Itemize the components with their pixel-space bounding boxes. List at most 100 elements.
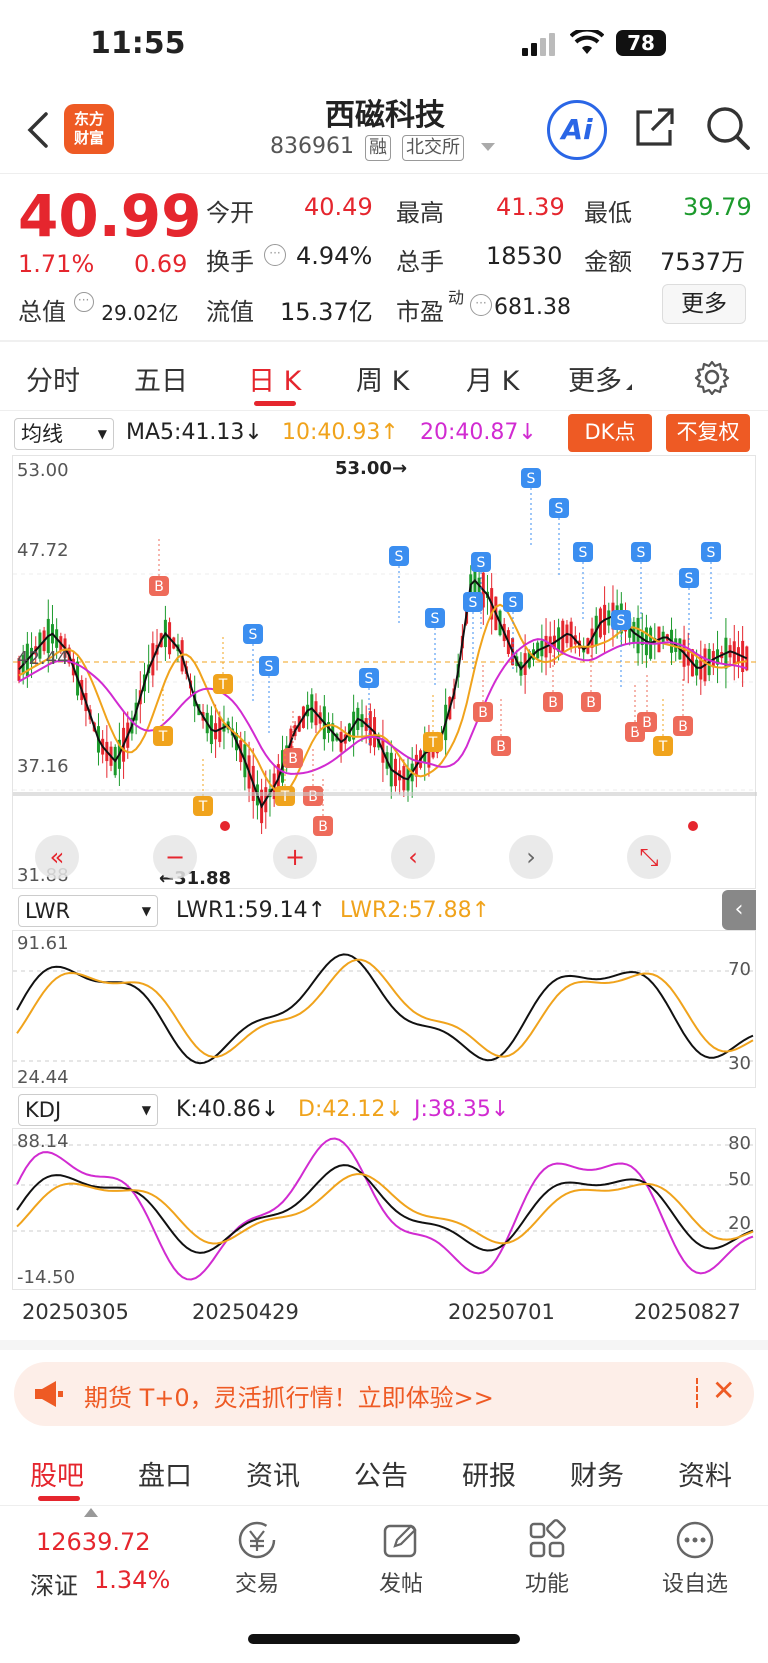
pe-info-icon[interactable]: ··· — [470, 294, 492, 316]
tab-intraday[interactable]: 分时 — [26, 359, 80, 398]
signal-badge-text: S — [707, 545, 716, 561]
tab-news[interactable]: 资讯 — [246, 1454, 300, 1493]
signal-badge-text: B — [548, 695, 558, 711]
tab-weekly-k[interactable]: 周 K — [356, 359, 409, 398]
info-icon[interactable]: ··· — [73, 292, 94, 312]
index-change[interactable]: 1.34% — [94, 1566, 170, 1594]
amount-value: 7537万 — [660, 248, 746, 276]
turnover-value: 4.94% — [296, 242, 373, 270]
lwr-chart[interactable]: 91.61 24.44 70 30 — [12, 930, 757, 1088]
ma20-value: 20:40.87↓ — [420, 420, 537, 445]
turnover-info-icon[interactable]: ··· — [264, 244, 286, 266]
collapse-panel-icon[interactable]: ‹ — [722, 890, 756, 930]
signal-badge-text: S — [509, 595, 518, 611]
index-value[interactable]: 12639.72 — [36, 1528, 151, 1556]
signal-badge-text: B — [678, 719, 688, 735]
search-icon[interactable] — [704, 104, 752, 156]
pe-sup: 动 — [448, 288, 465, 307]
kdj-chart[interactable]: 88.14 -14.50 80 50 20 — [12, 1128, 757, 1290]
zoom-in-icon[interactable]: + — [273, 835, 317, 879]
ai-assistant-button[interactable]: Ai — [547, 100, 607, 160]
signal-badge-text: B — [308, 789, 318, 805]
signal-badge-text: S — [431, 611, 440, 627]
y-label-top: 53.00 — [17, 460, 69, 481]
tab-financials[interactable]: 财务 — [570, 1454, 624, 1493]
signal-badge-text: B — [154, 579, 164, 595]
tab-daily-k[interactable]: 日 K — [248, 359, 301, 398]
signal-badge-text: B — [586, 695, 596, 711]
dk-point-button[interactable]: DK点 — [568, 414, 652, 452]
grid-icon — [525, 1518, 569, 1562]
tab-more[interactable]: 更多 — [568, 359, 632, 398]
tab-indicator — [254, 401, 296, 406]
signal-badge-text: S — [265, 659, 274, 675]
dropdown-icon — [480, 143, 495, 151]
kdj-y-bottom: -14.50 — [17, 1267, 76, 1288]
kdj-d-value: D:42.12↓ — [298, 1097, 404, 1122]
exchange-tag: 北交所 — [401, 135, 464, 161]
pe-label: 市盈 — [396, 298, 444, 326]
signal-badge-text: T — [428, 735, 438, 751]
step-left-icon[interactable]: ‹ — [391, 835, 435, 879]
kdj-y-top: 88.14 — [17, 1131, 69, 1152]
kdj-indicator-select[interactable]: KDJ ▼ — [18, 1094, 158, 1126]
high-label: 最高 — [396, 199, 444, 227]
app-logo: 东方 财富 — [64, 104, 114, 154]
kline-chart[interactable]: BSSBBSSSSSSSSSSSSSBBBBBBBTTTTTTB 53.00 4… — [12, 455, 757, 889]
low-value: 39.79 — [683, 193, 752, 221]
kline-svg: BSSBBSSSSSSSSSSSSSBBB BBB BTTTTT TB — [13, 468, 757, 836]
settings-icon[interactable] — [694, 359, 730, 399]
back-icon[interactable] — [24, 110, 52, 154]
turnover-label: 换手 — [206, 248, 254, 276]
share-icon[interactable] — [632, 104, 678, 154]
step-right-icon[interactable]: › — [509, 835, 553, 879]
lwr-y-bottom: 24.44 — [17, 1067, 69, 1088]
ma-indicator-select[interactable]: 均线 ▼ — [14, 418, 114, 450]
more-button[interactable]: 更多 — [662, 284, 746, 324]
stock-code: 836961 — [270, 134, 354, 159]
lwr-indicator-select[interactable]: LWR ▼ — [18, 895, 158, 927]
amount-label: 金额 — [584, 248, 632, 276]
date-label-4: 20250827 — [634, 1300, 741, 1324]
signal-badge-text: T — [658, 739, 668, 755]
price-adjust-button[interactable]: 不复权 — [666, 414, 750, 452]
promo-banner[interactable]: 期货 T+0，灵活抓行情！立即体验>> ✕ — [14, 1362, 754, 1426]
content-tabs: 股吧 盘口 资讯 公告 研报 财务 资料 — [0, 1440, 768, 1506]
tab-five-day[interactable]: 五日 — [134, 359, 188, 398]
kdj-level-80: 80 — [728, 1133, 751, 1154]
signal-badge-text: B — [288, 751, 298, 767]
tab-orderbook[interactable]: 盘口 — [138, 1454, 192, 1493]
tab-forum[interactable]: 股吧 — [30, 1454, 84, 1493]
index-name[interactable]: 深证 — [30, 1566, 78, 1601]
megaphone-icon — [32, 1378, 64, 1414]
kdj-j-value: J:38.35↓ — [414, 1097, 510, 1122]
date-label-2: 20250429 — [192, 1300, 299, 1324]
scroll-left-icon[interactable]: « — [35, 835, 79, 879]
lwr-y-top: 91.61 — [17, 933, 69, 954]
functions-button[interactable]: 功能 — [492, 1518, 602, 1598]
yen-icon — [235, 1518, 279, 1562]
signal-badge-text: S — [617, 613, 626, 629]
tab-research[interactable]: 研报 — [462, 1454, 516, 1493]
close-icon[interactable]: ✕ — [712, 1374, 735, 1407]
tab-announcements[interactable]: 公告 — [354, 1454, 408, 1493]
change-amount: 0.69 — [134, 250, 188, 278]
change-percent: 1.71% — [18, 250, 95, 278]
fullscreen-icon[interactable]: ⤡ — [627, 835, 671, 879]
trade-button[interactable]: 交易 — [202, 1518, 312, 1598]
post-button[interactable]: 发帖 — [346, 1518, 456, 1598]
y-label-4: 37.16 — [17, 756, 69, 777]
add-watchlist-button[interactable]: 设自选 — [640, 1518, 750, 1598]
zoom-out-icon[interactable]: − — [153, 835, 197, 879]
expand-triangle-icon[interactable] — [84, 1508, 98, 1517]
y-label-2: 47.72 — [17, 540, 69, 561]
stock-code-row[interactable]: 836961 融 北交所 — [270, 134, 495, 161]
marker-dot — [220, 821, 230, 831]
kdj-level-20: 20 — [728, 1213, 751, 1234]
signal-icon — [520, 32, 560, 60]
signal-badge-text: S — [555, 501, 564, 517]
tab-monthly-k[interactable]: 月 K — [466, 359, 519, 398]
volume-label: 总手 — [396, 248, 444, 276]
tab-profile[interactable]: 资料 — [678, 1454, 732, 1493]
float-value: 15.37亿 — [280, 298, 373, 326]
